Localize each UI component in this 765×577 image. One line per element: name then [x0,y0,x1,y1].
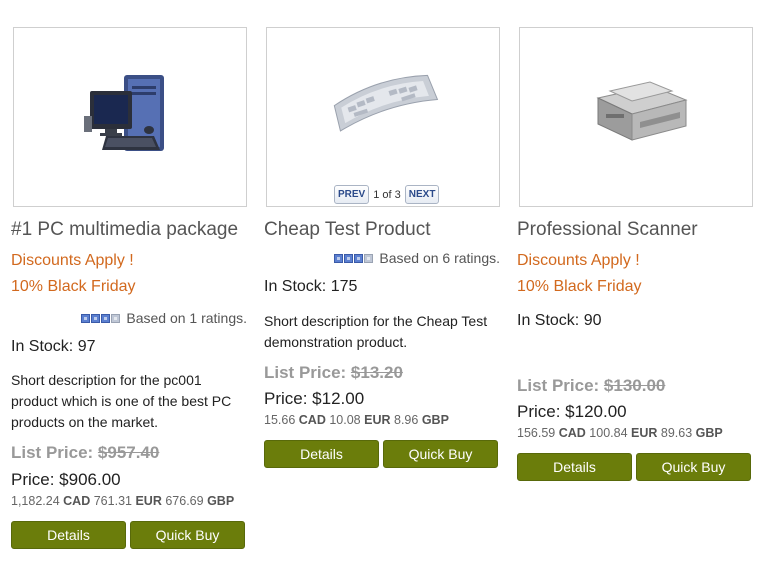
gbp-code: GBP [695,426,723,440]
star-icon [334,253,344,263]
list-price: List Price: $130.00 [517,376,665,396]
star-icon [81,313,91,323]
gbp-amount: 8.96 [394,413,419,427]
discount-promo: Discounts Apply ! [11,252,134,269]
currency-conversions: 156.59 CAD 100.84 EUR 89.63 GBP [517,426,723,440]
desktop-pc-icon [84,75,164,151]
keyboard-icon [333,74,439,132]
star-icon [364,253,374,263]
product-description: Short description for the pc001 product … [11,372,232,430]
list-price-value: $130.00 [603,376,666,395]
product-description: Short description for the Cheap Test dem… [264,313,488,350]
eur-code: EUR [364,413,391,427]
list-price-label: List Price: [264,363,351,382]
gbp-amount: 89.63 [660,426,693,440]
eur-amount: 10.08 [329,413,361,427]
black-friday-promo: 10% Black Friday [517,278,642,295]
gbp-code: GBP [421,413,449,427]
rating-text: Based on 1 ratings. [126,310,247,326]
details-button[interactable]: Details [264,440,379,468]
product-image-scanner[interactable] [519,27,753,207]
gbp-code: GBP [207,494,235,508]
pager-status: 1 of 3 [373,188,401,201]
star-icon [101,313,111,323]
cad-code: CAD [63,494,91,508]
list-price-value: $957.40 [97,443,160,462]
quick-buy-button[interactable]: Quick Buy [130,521,245,549]
star-icon [354,253,364,263]
cad-code: CAD [558,426,586,440]
list-price-label: List Price: [11,443,98,462]
cad-amount: 15.66 [264,413,296,427]
black-friday-promo: 10% Black Friday [11,278,136,295]
list-price-value: $13.20 [350,363,403,382]
star-icon [344,253,354,263]
product-price: Price: $906.00 [11,470,121,489]
rating-stars [334,253,374,263]
details-button[interactable]: Details [11,521,126,549]
eur-code: EUR [135,494,162,508]
product-title[interactable]: Cheap Test Product [264,219,431,241]
product-price: Price: $12.00 [264,389,365,408]
stock-status: In Stock: 90 [517,312,602,329]
star-icon [111,313,121,323]
product-image-pc-package[interactable] [13,27,247,207]
rating-stars [81,313,121,323]
scanner-printer-icon [596,81,688,141]
product-image-cheap-test[interactable]: PREV 1 of 3 NEXT [266,27,500,207]
gbp-amount: 676.69 [165,494,204,508]
product-title[interactable]: #1 PC multimedia package [11,219,238,241]
quick-buy-button[interactable]: Quick Buy [383,440,498,468]
stock-status: In Stock: 97 [11,338,96,355]
eur-amount: 761.31 [93,494,132,508]
quick-buy-button[interactable]: Quick Buy [636,453,751,481]
list-price: List Price: $957.40 [11,443,159,463]
product-card-pc-package: #1 PC multimedia package Discounts Apply… [11,0,247,577]
image-pager: PREV 1 of 3 NEXT [334,185,440,204]
star-icon [91,313,101,323]
product-card-scanner: Professional Scanner Discounts Apply ! 1… [517,0,753,577]
product-title[interactable]: Professional Scanner [517,219,698,241]
currency-conversions: 1,182.24 CAD 761.31 EUR 676.69 GBP [11,494,234,508]
list-price-label: List Price: [517,376,604,395]
next-button[interactable]: NEXT [404,185,440,204]
cad-amount: 1,182.24 [11,494,60,508]
cad-amount: 156.59 [517,426,556,440]
product-rating: Based on 6 ratings. [334,250,500,266]
eur-code: EUR [631,426,658,440]
details-button[interactable]: Details [517,453,632,481]
prev-button[interactable]: PREV [334,185,370,204]
currency-conversions: 15.66 CAD 10.08 EUR 8.96 GBP [264,413,449,427]
list-price: List Price: $13.20 [264,363,403,383]
discount-promo: Discounts Apply ! [517,252,640,269]
product-rating: Based on 1 ratings. [81,310,247,326]
rating-text: Based on 6 ratings. [379,250,500,266]
cad-code: CAD [298,413,326,427]
stock-status: In Stock: 175 [264,278,358,295]
product-card-cheap-test: PREV 1 of 3 NEXT Cheap Test Product Base… [264,0,500,577]
eur-amount: 100.84 [589,426,628,440]
product-price: Price: $120.00 [517,402,627,421]
